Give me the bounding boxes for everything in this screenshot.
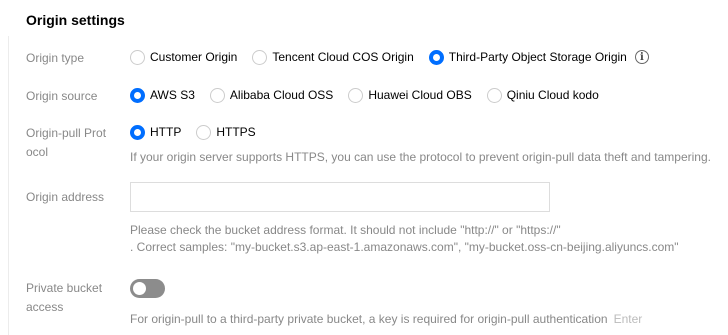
radio-huawei-obs[interactable]: Huawei Cloud OBS — [348, 85, 472, 105]
radio-https[interactable]: HTTPS — [196, 122, 256, 142]
private-bucket-access-label: Private bucket access — [26, 281, 103, 314]
origin-source-label: Origin source — [26, 89, 98, 103]
radio-circle — [348, 87, 364, 103]
toggle-knob — [133, 282, 146, 295]
radio-circle — [130, 49, 145, 65]
origin-address-input[interactable] — [130, 182, 550, 212]
radio-circle-selected — [130, 87, 145, 103]
radio-tencent-cos-origin[interactable]: Tencent Cloud COS Origin — [252, 47, 414, 67]
origin-type-radio-group: Customer Origin Tencent Cloud COS Origin… — [130, 47, 649, 67]
radio-alibaba-oss[interactable]: Alibaba Cloud OSS — [209, 85, 334, 105]
info-icon[interactable]: i — [634, 50, 649, 64]
radio-label: Customer Origin — [150, 50, 238, 64]
origin-pull-protocol-label: Origin-pull Prot ocol — [26, 126, 107, 159]
radio-circle — [209, 87, 225, 103]
radio-label: HTTP — [150, 125, 182, 139]
radio-http[interactable]: HTTP — [130, 122, 181, 142]
origin-type-label: Origin type — [26, 51, 85, 65]
radio-customer-origin[interactable]: Customer Origin — [130, 47, 237, 67]
radio-label: Huawei Cloud OBS — [368, 88, 472, 102]
radio-label: Qiniu Cloud kodo — [506, 88, 599, 102]
private-bucket-toggle[interactable] — [130, 279, 165, 298]
address-hint-line2: . Correct samples: "my-bucket.s3.ap-east… — [130, 240, 679, 254]
radio-aws-s3[interactable]: AWS S3 — [130, 85, 195, 105]
origin-settings-panel: Origin settings Origin type Customer Ori… — [0, 0, 728, 335]
radio-label: Tencent Cloud COS Origin — [272, 50, 414, 64]
origin-address-label: Origin address — [26, 190, 105, 204]
origin-source-radio-group: AWS S3 Alibaba Cloud OSS Huawei Cloud OB… — [130, 85, 614, 105]
protocol-hint: If your origin server supports HTTPS, yo… — [130, 150, 711, 164]
radio-qiniu-kodo[interactable]: Qiniu Cloud kodo — [486, 85, 599, 105]
private-bucket-hint-text: For origin-pull to a third-party private… — [130, 312, 608, 326]
radio-third-party-origin[interactable]: Third-Party Object Storage Origin — [428, 47, 627, 67]
radio-circle-selected — [130, 124, 145, 140]
origin-pull-protocol-radio-group: HTTP HTTPS — [130, 122, 271, 142]
radio-circle — [252, 49, 268, 65]
enter-link[interactable]: Enter — [614, 312, 643, 326]
left-divider — [8, 36, 9, 335]
radio-circle-selected — [428, 49, 444, 65]
radio-circle — [196, 124, 212, 140]
private-bucket-hint: For origin-pull to a third-party private… — [130, 310, 642, 329]
radio-label: AWS S3 — [150, 88, 195, 102]
radio-circle — [486, 87, 502, 103]
section-title: Origin settings — [26, 12, 125, 28]
radio-label: HTTPS — [216, 125, 256, 139]
radio-label: Alibaba Cloud OSS — [229, 88, 334, 102]
radio-label: Third-Party Object Storage Origin — [448, 50, 627, 64]
